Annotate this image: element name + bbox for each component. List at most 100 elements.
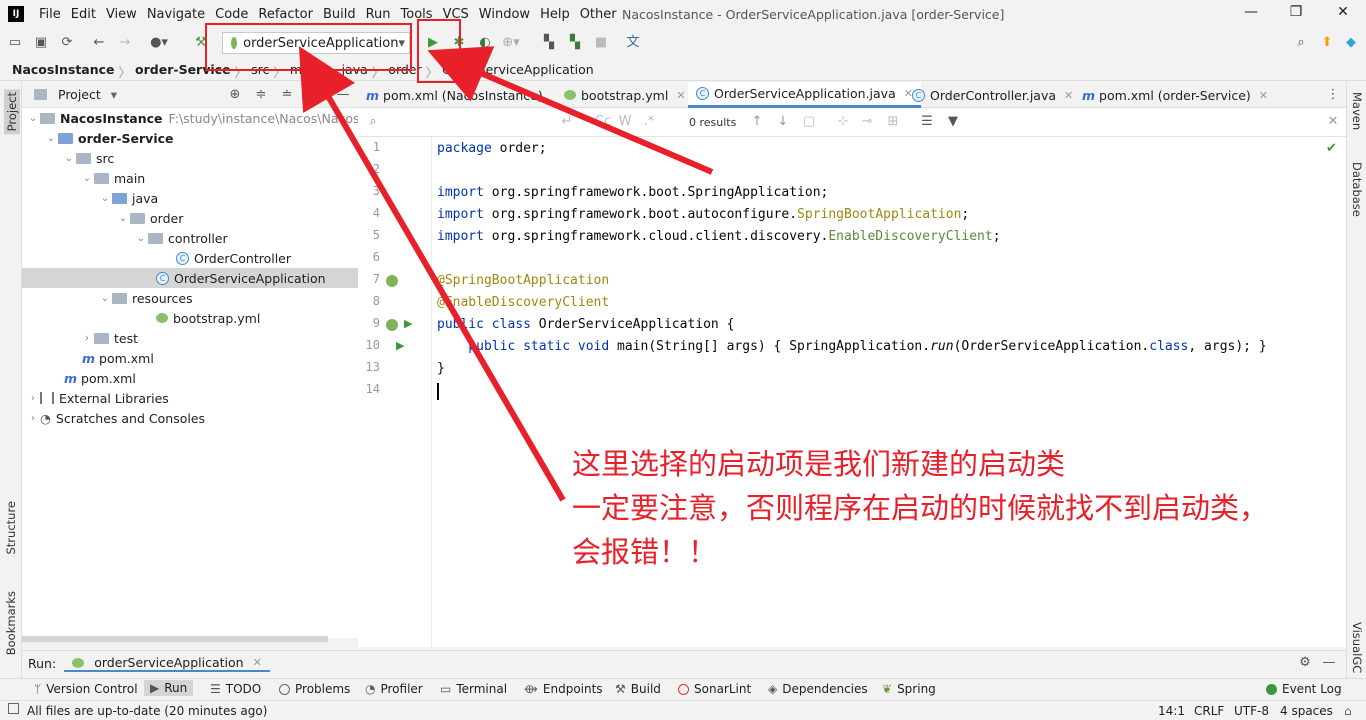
menu-tools[interactable]: Tools: [396, 7, 438, 22]
tree-item-test[interactable]: › test: [80, 328, 138, 348]
menu-window[interactable]: Window: [474, 7, 535, 22]
lock-icon[interactable]: ⌂: [1344, 704, 1352, 718]
regex-icon[interactable]: ↵: [558, 113, 576, 131]
tool-event-log[interactable]: Event Log: [1266, 682, 1342, 696]
tab-ordercontroller[interactable]: C OrderController.java ✕: [904, 82, 1081, 108]
open-folder-icon[interactable]: ▭: [6, 34, 24, 52]
regex-star-icon[interactable]: .*: [640, 113, 658, 131]
prev-occurrence-icon[interactable]: ↑: [748, 113, 766, 131]
line-separator[interactable]: CRLF: [1194, 704, 1224, 718]
match-case-icon[interactable]: Cc: [594, 113, 612, 131]
crumb-class[interactable]: OrderServiceApplication: [442, 62, 594, 81]
tree-item-external-libraries[interactable]: › External Libraries: [26, 388, 169, 408]
tree-item-resources[interactable]: ⌄ resources: [98, 288, 193, 308]
visualgc-tool-tab[interactable]: VisualGC: [1350, 622, 1364, 673]
tree-item-root[interactable]: ⌄ NacosInstance F:\study\instance\Nacos\Na…: [26, 108, 383, 128]
menu-run[interactable]: Run: [361, 7, 396, 22]
tool-problems[interactable]: Problems: [279, 682, 350, 696]
tree-item-module[interactable]: ⌄ order-Service: [44, 128, 174, 148]
tab-pom-order-service[interactable]: m pom.xml (order-Service) ✕: [1074, 82, 1276, 108]
maven-tool-tab[interactable]: Maven: [1350, 92, 1364, 130]
expand-all-icon[interactable]: ≐: [278, 86, 296, 104]
project-panel-title[interactable]: Project: [58, 87, 101, 102]
tool-version-control[interactable]: ᛘ Version Control: [34, 682, 138, 696]
spring-bean-icon[interactable]: [386, 319, 398, 331]
run-icon[interactable]: ▶: [424, 34, 442, 52]
tree-item-scratches[interactable]: › ◔ Scratches and Consoles: [26, 408, 205, 428]
menu-vcs[interactable]: VCS: [438, 7, 474, 22]
rerun-icon[interactable]: ▚: [566, 34, 584, 52]
tree-item-main[interactable]: ⌄ main: [80, 168, 145, 188]
tree-item-orderserviceapplication[interactable]: C OrderServiceApplication: [22, 268, 358, 288]
file-encoding[interactable]: UTF-8: [1234, 704, 1269, 718]
next-occurrence-icon[interactable]: ↓: [774, 113, 792, 131]
sync-icon[interactable]: ⟳: [58, 34, 76, 52]
coverage-icon[interactable]: ◐: [476, 34, 494, 52]
spring-bean-icon[interactable]: [386, 275, 398, 287]
hide-panel-icon[interactable]: —: [1320, 654, 1338, 672]
tool-todo[interactable]: ☰ TODO: [210, 682, 261, 696]
indent-setting[interactable]: 4 spaces: [1280, 704, 1333, 718]
locate-icon[interactable]: ⊕: [226, 86, 244, 104]
close-window-button[interactable]: ✕: [1332, 4, 1354, 24]
run-gutter-icon[interactable]: ▶: [404, 317, 412, 330]
tab-bootstrap-yml[interactable]: bootstrap.yml ✕: [556, 82, 694, 108]
tree-item-java[interactable]: ⌄ java: [98, 188, 158, 208]
debug-icon[interactable]: ✱: [450, 34, 468, 52]
save-icon[interactable]: ▣: [32, 34, 50, 52]
tool-spring[interactable]: ❦ Spring: [882, 682, 936, 696]
database-tool-tab[interactable]: Database: [1350, 162, 1364, 217]
crumb-main[interactable]: main: [290, 62, 321, 81]
hide-panel-icon[interactable]: —: [334, 86, 352, 104]
menu-build[interactable]: Build: [318, 7, 361, 22]
find-input[interactable]: [386, 112, 576, 132]
tree-item-controller[interactable]: ⌄ controller: [134, 228, 228, 248]
menu-refactor[interactable]: Refactor: [253, 7, 318, 22]
tool-build[interactable]: ⚒ Build: [615, 682, 661, 696]
tree-item-module-pom[interactable]: m pom.xml: [82, 348, 154, 368]
menu-navigate[interactable]: Navigate: [142, 7, 210, 22]
crumb-order[interactable]: order: [388, 62, 421, 81]
chevron-down-icon[interactable]: ▾: [111, 87, 117, 102]
menu-edit[interactable]: Edit: [66, 7, 101, 22]
tree-item-bootstrap-yml[interactable]: bootstrap.yml: [156, 308, 260, 328]
structure-tool-tab[interactable]: Structure: [4, 501, 18, 555]
whole-word-icon[interactable]: W: [616, 113, 634, 131]
remove-selection-icon[interactable]: ⊸: [858, 113, 876, 131]
tab-orderserviceapplication[interactable]: C OrderServiceApplication.java ✕: [688, 82, 921, 108]
filter-options-icon[interactable]: ☰: [918, 113, 936, 131]
inspection-ok-icon[interactable]: ✔: [1326, 141, 1337, 156]
crumb-java[interactable]: java: [342, 62, 368, 81]
build-hammer-icon[interactable]: ⚒: [192, 34, 210, 52]
tab-pom-nacosinstance[interactable]: m pom.xml (NacosInstance): [358, 82, 551, 108]
run-config-selector[interactable]: orderServiceApplication ▾: [222, 32, 410, 54]
filter-icon[interactable]: ▼: [944, 113, 962, 131]
gear-icon[interactable]: ⚙: [1296, 654, 1314, 672]
crumb-module[interactable]: order-Service: [135, 62, 231, 81]
forward-arrow-icon[interactable]: →: [116, 34, 134, 52]
menu-view[interactable]: View: [101, 7, 142, 22]
update-icon[interactable]: ⬆: [1318, 34, 1336, 52]
tool-endpoints[interactable]: ⟴ Endpoints: [524, 682, 603, 696]
toggle-tool-windows-icon[interactable]: [8, 703, 19, 714]
tool-dependencies[interactable]: ◈ Dependencies: [768, 682, 868, 696]
crumb-project[interactable]: NacosInstance: [12, 62, 115, 81]
user-icon[interactable]: ●▾: [150, 34, 168, 52]
select-all-icon[interactable]: ▢: [800, 113, 818, 131]
add-selection-icon[interactable]: ⊹: [834, 113, 852, 131]
more-tabs-icon[interactable]: ⋮: [1324, 86, 1342, 104]
select-all-occurrences-icon[interactable]: ⊞: [884, 113, 902, 131]
stop-icon[interactable]: ■: [592, 34, 610, 52]
collapse-all-icon[interactable]: ≑: [252, 86, 270, 104]
attach-debugger-icon[interactable]: ▚: [540, 34, 558, 52]
run-gutter-icon[interactable]: ▶: [396, 339, 404, 352]
menu-code[interactable]: Code: [210, 7, 253, 22]
crumb-src[interactable]: src: [251, 62, 269, 81]
project-tool-tab[interactable]: Project: [4, 89, 20, 135]
back-arrow-icon[interactable]: ←: [90, 34, 108, 52]
horizontal-scrollbar[interactable]: [22, 636, 328, 642]
caret-position[interactable]: 14:1: [1158, 704, 1185, 718]
menu-file[interactable]: File: [34, 7, 66, 22]
tool-sonarlint[interactable]: SonarLint: [678, 682, 751, 696]
tool-terminal[interactable]: ▭ Terminal: [440, 682, 507, 696]
